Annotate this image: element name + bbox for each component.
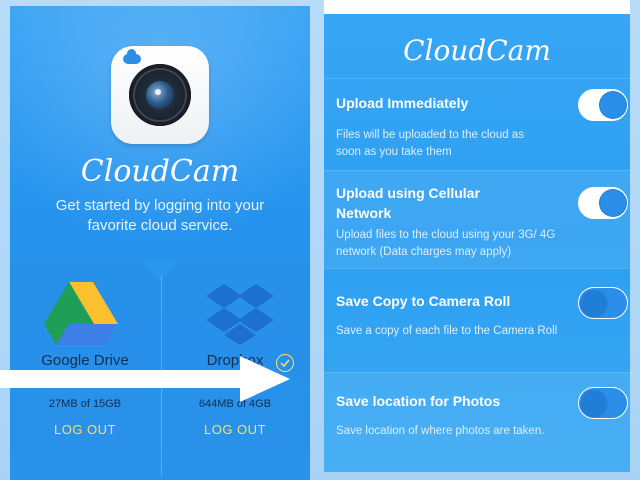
tagline: Get started by logging into your favorit…: [55, 197, 265, 234]
camera-roll-toggle[interactable]: [578, 287, 628, 319]
dropbox-icon[interactable]: [206, 284, 274, 346]
cloud-icon: [123, 49, 141, 64]
save-location-toggle[interactable]: [578, 387, 628, 419]
setting-description: Upload files to the cloud using your 3G/…: [336, 229, 556, 258]
setting-title: Save Copy to Camera Roll: [336, 293, 511, 309]
login-screen: CloudCam Get started by logging into you…: [10, 6, 310, 480]
setting-description: Save a copy of each file to the Camera R…: [336, 325, 558, 337]
app-title: CloudCam: [80, 154, 240, 189]
arrow-right-icon: [0, 356, 290, 402]
upload-cellular-toggle[interactable]: [578, 187, 628, 219]
setting-description: Files will be uploaded to the cloud as s…: [336, 129, 524, 158]
setting-camera-roll: Save Copy to Camera Roll Save a copy of …: [324, 268, 630, 372]
google-drive-icon[interactable]: [44, 282, 118, 346]
app-title: CloudCam: [403, 34, 551, 67]
setting-upload-cellular: Upload using Cellular Network Upload fil…: [324, 170, 630, 268]
top-strip: [324, 0, 630, 14]
camera-lens-icon: [129, 64, 191, 126]
panel-notch: [140, 260, 180, 280]
setting-title: Upload using Cellular Network: [336, 185, 480, 221]
upload-immediately-toggle[interactable]: [578, 89, 628, 121]
setting-description: Save location of where photos are taken.: [336, 425, 545, 437]
setting-title: Save location for Photos: [336, 393, 501, 409]
setting-title: Upload Immediately: [336, 95, 469, 111]
dropbox-logout-button[interactable]: LOG OUT: [160, 422, 310, 437]
setting-save-location: Save location for Photos Save location o…: [324, 372, 630, 472]
app-icon: [111, 46, 209, 144]
google-drive-logout-button[interactable]: LOG OUT: [10, 422, 160, 437]
settings-screen: CloudCam Upload Immediately Files will b…: [324, 0, 630, 472]
setting-upload-immediately: Upload Immediately Files will be uploade…: [324, 78, 630, 170]
